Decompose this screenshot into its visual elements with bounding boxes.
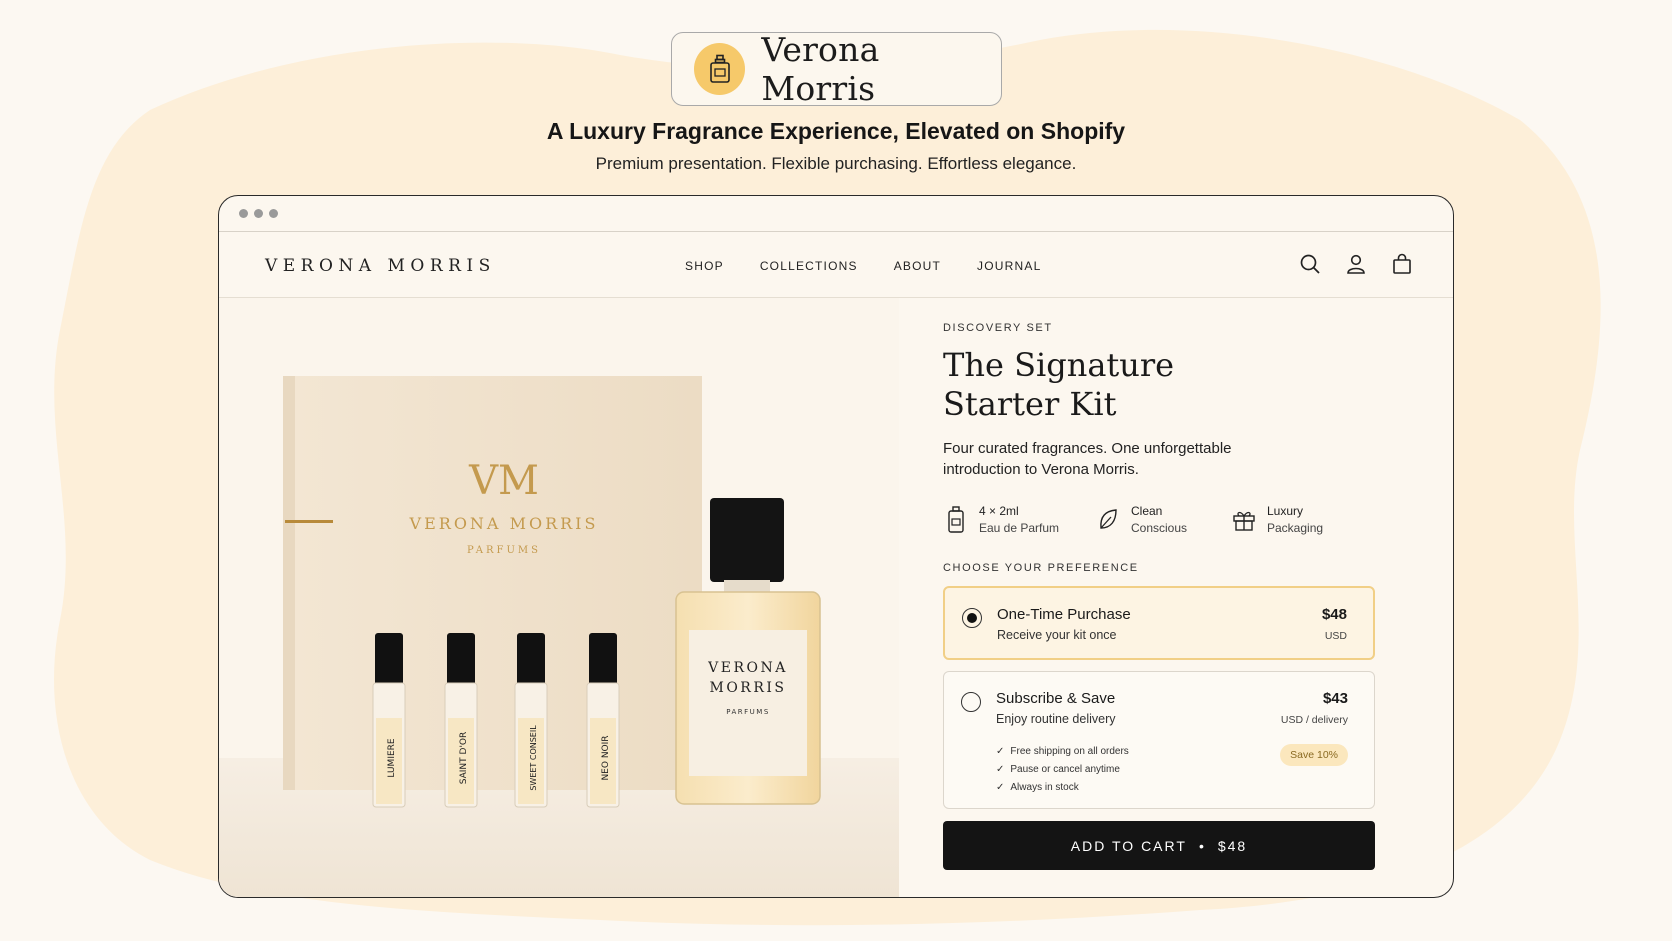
box-sub: PARFUMS bbox=[467, 545, 541, 556]
box-brand: VERONA MORRIS bbox=[409, 514, 599, 533]
store-brand[interactable]: VERONA MORRIS bbox=[265, 256, 496, 276]
option-one-time-title: One-Time Purchase bbox=[997, 606, 1131, 623]
feature-packaging: Luxury Packaging bbox=[1231, 500, 1361, 540]
svg-text:VERONA: VERONA bbox=[707, 660, 788, 676]
svg-text:SAINT D'OR: SAINT D'OR bbox=[459, 732, 469, 785]
store-navbar: VERONA MORRIS SHOP COLLECTIONS ABOUT JOU… bbox=[219, 232, 1453, 298]
option-subscribe-price: $43 bbox=[1322, 690, 1348, 707]
vial-3: SWEET CONSEIL bbox=[514, 633, 548, 808]
feature-clean-line2: Conscious bbox=[1131, 521, 1188, 535]
add-to-cart-button[interactable]: ADD TO CART • $48 bbox=[943, 821, 1375, 870]
bag-icon[interactable] bbox=[1391, 253, 1413, 275]
feature-packaging-line1: Luxury bbox=[1267, 504, 1304, 518]
svg-text:MORRIS: MORRIS bbox=[709, 680, 786, 696]
benefit-item: ✓ Always in stock bbox=[996, 781, 1079, 793]
check-icon: ✓ bbox=[996, 745, 1005, 757]
window-dot bbox=[254, 209, 263, 218]
perfume-bottle-icon bbox=[694, 43, 746, 95]
svg-text:LUMIERE: LUMIERE bbox=[387, 738, 397, 778]
gift-icon bbox=[1231, 505, 1257, 535]
feature-clean-line1: Clean bbox=[1131, 504, 1163, 518]
subscribe-benefits: ✓ Free shipping on all orders ✓ Pause or c… bbox=[996, 742, 1129, 796]
nav-icons bbox=[1299, 253, 1413, 275]
svg-text:PARFUMS: PARFUMS bbox=[726, 708, 770, 716]
option-one-time-unit: USD bbox=[1324, 630, 1347, 642]
account-icon[interactable] bbox=[1345, 253, 1367, 275]
product-description: Four curated fragrances. One unforgettab… bbox=[943, 440, 1232, 478]
svg-text:NEO NOIR: NEO NOIR bbox=[601, 735, 611, 780]
radio-subscribe[interactable] bbox=[961, 692, 981, 712]
feature-packaging-line2: Packaging bbox=[1267, 521, 1324, 535]
vial-4: NEO NOIR bbox=[586, 633, 620, 808]
option-one-time-price: $48 bbox=[1321, 606, 1347, 623]
box-monogram: VM bbox=[468, 458, 539, 504]
product-features: 4 × 2ml Eau de Parfum Clean Conscious Lu… bbox=[943, 500, 1375, 540]
nav-collections[interactable]: COLLECTIONS bbox=[760, 259, 858, 273]
feature-size-line1: 4 × 2ml bbox=[979, 504, 1019, 518]
feature-size-line2: Eau de Parfum bbox=[979, 521, 1060, 535]
product-image: VM VERONA MORRIS PARFUMS LUMIERE SAINT D… bbox=[219, 298, 899, 897]
hero-headline: A Luxury Fragrance Experience, Elevated … bbox=[546, 118, 1126, 144]
feature-clean: Clean Conscious bbox=[1095, 500, 1231, 540]
preference-label: CHOOSE YOUR PREFERENCE bbox=[943, 562, 1139, 574]
brand-logo-pill: Verona Morris bbox=[671, 30, 1002, 108]
product-details: DISCOVERY SET The Signature Starter Kit … bbox=[943, 322, 1375, 870]
option-one-time[interactable]: One-Time Purchase Receive your kit once … bbox=[943, 586, 1375, 660]
option-subscribe-title: Subscribe & Save bbox=[996, 690, 1116, 707]
window-dot bbox=[239, 209, 248, 218]
hero-subheadline: Premium presentation. Flexible purchasin… bbox=[595, 154, 1077, 173]
vial-icon bbox=[943, 505, 969, 535]
brand-name: Verona Morris bbox=[761, 30, 880, 108]
option-one-time-subtitle: Receive your kit once bbox=[997, 628, 1117, 642]
nav-about[interactable]: ABOUT bbox=[894, 259, 941, 273]
vial-2: SAINT D'OR bbox=[444, 633, 478, 808]
radio-one-time[interactable] bbox=[962, 608, 982, 628]
vial-1: LUMIERE bbox=[372, 633, 406, 808]
benefit-item: ✓ Free shipping on all orders bbox=[996, 745, 1129, 757]
save-badge: Save 10% bbox=[1280, 744, 1348, 766]
svg-text:SWEET CONSEIL: SWEET CONSEIL bbox=[529, 725, 538, 791]
option-subscribe-unit: USD / delivery bbox=[1280, 714, 1348, 726]
search-icon[interactable] bbox=[1299, 253, 1321, 275]
option-subscribe[interactable]: Subscribe & Save Enjoy routine delivery … bbox=[943, 671, 1375, 809]
benefit-item: ✓ Pause or cancel anytime bbox=[996, 763, 1120, 775]
feature-size: 4 × 2ml Eau de Parfum bbox=[943, 500, 1095, 540]
option-subscribe-subtitle: Enjoy routine delivery bbox=[996, 712, 1116, 726]
nav-journal[interactable]: JOURNAL bbox=[977, 259, 1041, 273]
leaf-icon bbox=[1095, 505, 1121, 535]
nav-links: SHOP COLLECTIONS ABOUT JOURNAL bbox=[685, 259, 1077, 273]
browser-window: VERONA MORRIS SHOP COLLECTIONS ABOUT JOU… bbox=[218, 195, 1454, 898]
check-icon: ✓ bbox=[996, 781, 1005, 793]
product-eyebrow: DISCOVERY SET bbox=[943, 322, 1053, 334]
nav-shop[interactable]: SHOP bbox=[685, 259, 724, 273]
browser-chrome bbox=[219, 196, 1453, 232]
product-title: The Signature Starter Kit bbox=[943, 346, 1175, 423]
product-page: VM VERONA MORRIS PARFUMS LUMIERE SAINT D… bbox=[219, 298, 1453, 897]
check-icon: ✓ bbox=[996, 763, 1005, 775]
window-dot bbox=[269, 209, 278, 218]
